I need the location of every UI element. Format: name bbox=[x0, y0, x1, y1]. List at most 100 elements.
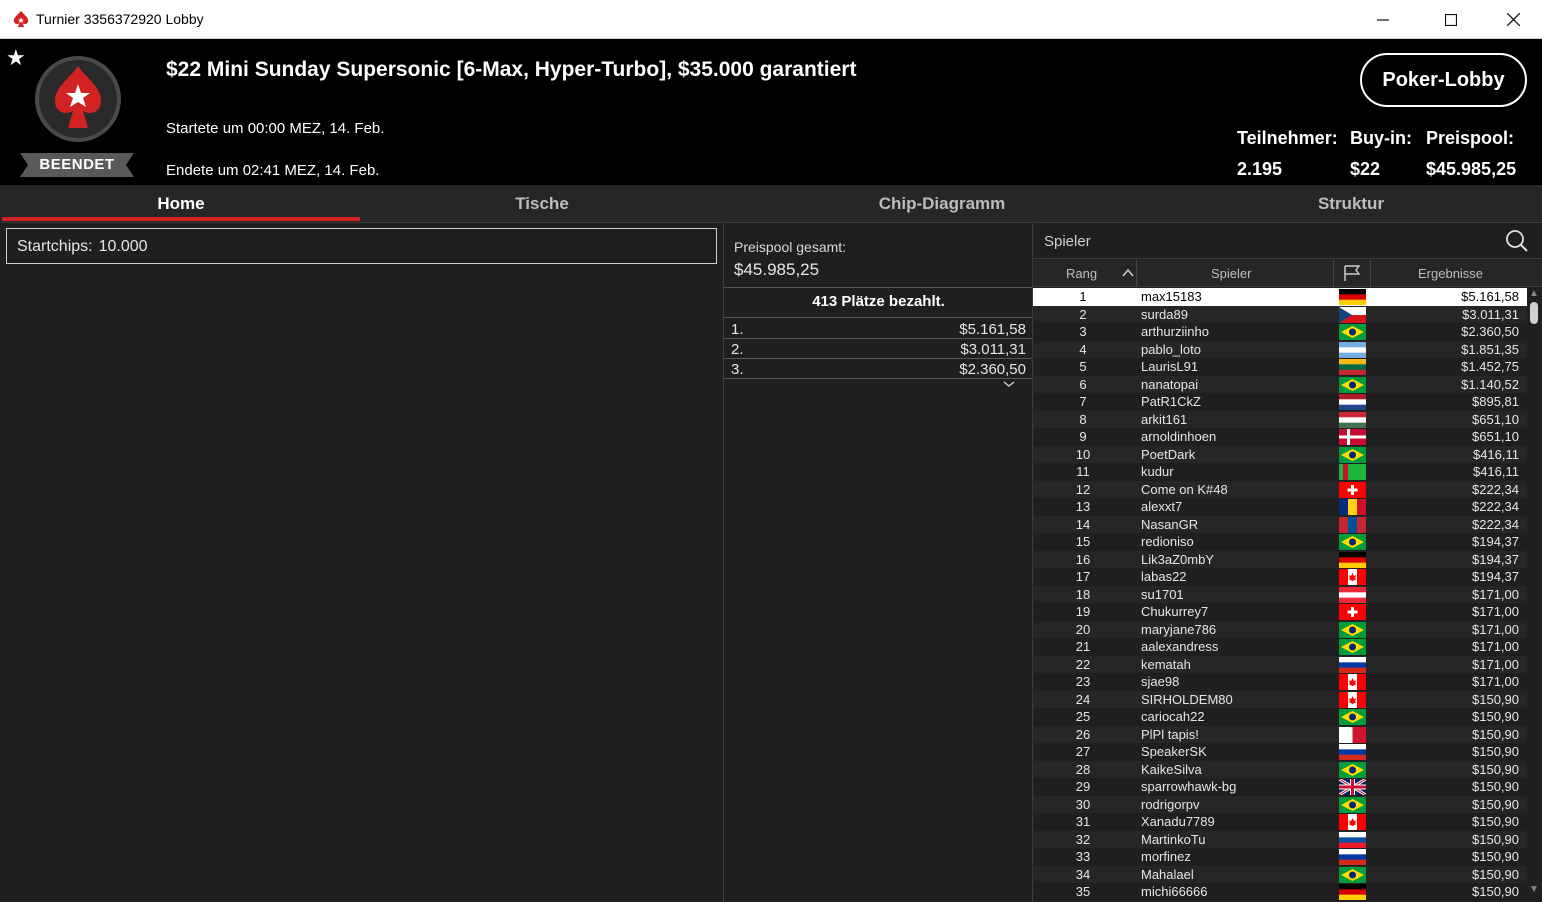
minimize-button[interactable] bbox=[1360, 0, 1406, 39]
column-results[interactable]: Ergebnisse bbox=[1418, 266, 1483, 281]
table-row[interactable]: 30 rodrigorpv $150,90 bbox=[1033, 795, 1527, 813]
table-row[interactable]: 9 arnoldinhoen $651,10 bbox=[1033, 428, 1527, 446]
player-rank: 29 bbox=[1075, 779, 1091, 794]
tab-structure[interactable]: Struktur bbox=[1162, 185, 1540, 223]
table-row[interactable]: 5 LaurisL91 $1.452,75 bbox=[1033, 358, 1527, 376]
favorite-star-icon[interactable]: ★ bbox=[6, 45, 26, 71]
table-row[interactable]: 27 SpeakerSK $150,90 bbox=[1033, 743, 1527, 761]
country-flag-icon bbox=[1339, 726, 1366, 743]
close-button[interactable] bbox=[1490, 0, 1536, 39]
player-result: $1.851,35 bbox=[1461, 341, 1519, 357]
table-row[interactable]: 1 max15183 $5.161,58 bbox=[1033, 288, 1527, 306]
sort-ascending-icon[interactable] bbox=[1121, 266, 1135, 280]
tab-chip-chart[interactable]: Chip-Diagramm bbox=[722, 185, 1162, 223]
player-result: $171,00 bbox=[1472, 674, 1519, 689]
table-row[interactable]: 7 PatR1CkZ $895,81 bbox=[1033, 393, 1527, 411]
player-list-scrollbar[interactable]: ▲ ▼ bbox=[1527, 288, 1541, 902]
table-row[interactable]: 23 sjae98 $171,00 bbox=[1033, 673, 1527, 691]
player-name: NasanGR bbox=[1141, 516, 1199, 532]
table-row[interactable]: 4 pablo_loto $1.851,35 bbox=[1033, 340, 1527, 358]
flag-icon[interactable] bbox=[1342, 264, 1362, 282]
player-rank: 15 bbox=[1075, 534, 1091, 549]
table-row[interactable]: 16 Lik3aZ0mbY $194,37 bbox=[1033, 550, 1527, 568]
player-name: morfinez bbox=[1141, 849, 1191, 864]
player-rank: 34 bbox=[1075, 866, 1091, 882]
table-row[interactable]: 32 MartinkoTu $150,90 bbox=[1033, 830, 1527, 848]
buyin-label: Buy-in: bbox=[1350, 128, 1412, 148]
player-result: $222,34 bbox=[1472, 481, 1519, 497]
player-name: kematah bbox=[1141, 656, 1191, 672]
divider bbox=[724, 317, 1033, 318]
player-search-bar[interactable]: Spieler bbox=[1033, 223, 1542, 259]
player-rank: 18 bbox=[1075, 586, 1091, 602]
table-row[interactable]: 2 surda89 $3.011,31 bbox=[1033, 305, 1527, 323]
table-row[interactable]: 13 alexxt7 $222,34 bbox=[1033, 498, 1527, 516]
player-result: $3.011,31 bbox=[1462, 306, 1519, 322]
search-icon[interactable] bbox=[1505, 229, 1529, 253]
table-row[interactable]: 19 Chukurrey7 $171,00 bbox=[1033, 603, 1527, 621]
table-row[interactable]: 17 labas22 $194,37 bbox=[1033, 568, 1527, 586]
payout-amount: $5.161,58 bbox=[959, 321, 1026, 338]
country-flag-icon bbox=[1339, 551, 1366, 568]
player-rank: 32 bbox=[1075, 831, 1091, 847]
maximize-icon bbox=[1445, 13, 1457, 26]
startchips-box: Startchips: 10.000 bbox=[6, 228, 717, 264]
player-name: michi66666 bbox=[1141, 884, 1208, 899]
expand-payouts-chevron-icon[interactable] bbox=[1002, 378, 1016, 392]
minimize-icon bbox=[1377, 18, 1389, 21]
player-rank: 9 bbox=[1079, 429, 1087, 444]
table-row[interactable]: 12 Come on K#48 $222,34 bbox=[1033, 480, 1527, 498]
startchips-label: Startchips: bbox=[17, 238, 93, 255]
country-flag-icon bbox=[1339, 691, 1366, 708]
player-name: aalexandress bbox=[1141, 639, 1219, 654]
player-name: Lik3aZ0mbY bbox=[1141, 551, 1214, 567]
table-row[interactable]: 11 kudur $416,11 bbox=[1033, 463, 1527, 481]
table-row[interactable]: 28 KaikeSilva $150,90 bbox=[1033, 760, 1527, 778]
player-rank: 10 bbox=[1075, 446, 1091, 462]
table-row[interactable]: 20 maryjane786 $171,00 bbox=[1033, 620, 1527, 638]
scroll-down-icon[interactable]: ▼ bbox=[1529, 884, 1539, 895]
table-row[interactable]: 31 Xanadu7789 $150,90 bbox=[1033, 813, 1527, 831]
table-row[interactable]: 22 kematah $171,00 bbox=[1033, 655, 1527, 673]
table-row[interactable]: 6 nanatopai $1.140,52 bbox=[1033, 375, 1527, 393]
country-flag-icon bbox=[1339, 359, 1366, 375]
table-row[interactable]: 26 PlPl tapis! $150,90 bbox=[1033, 725, 1527, 743]
players-panel: Spieler Rang Spieler Ergebnisse 1 max1518… bbox=[1032, 223, 1542, 902]
scroll-up-icon[interactable]: ▲ bbox=[1529, 288, 1539, 299]
column-rank[interactable]: Rang bbox=[1066, 266, 1097, 281]
prizepool-value: $45.985,25 bbox=[1426, 159, 1517, 179]
player-result: $150,90 bbox=[1472, 866, 1519, 882]
player-name: pablo_loto bbox=[1141, 341, 1201, 357]
column-divider bbox=[1370, 260, 1371, 287]
table-row[interactable]: 15 redioniso $194,37 bbox=[1033, 533, 1527, 551]
maximize-button[interactable] bbox=[1428, 0, 1474, 39]
table-row[interactable]: 35 michi66666 $150,90 bbox=[1033, 883, 1527, 901]
table-row[interactable]: 18 su1701 $171,00 bbox=[1033, 585, 1527, 603]
table-row[interactable]: 8 arkit161 $651,10 bbox=[1033, 410, 1527, 428]
table-row[interactable]: 24 SIRHOLDEM80 $150,90 bbox=[1033, 690, 1527, 708]
country-flag-icon bbox=[1339, 656, 1366, 673]
payout-row: 1. $5.161,58 bbox=[724, 319, 1033, 339]
player-rank: 26 bbox=[1075, 726, 1091, 742]
scroll-thumb[interactable] bbox=[1530, 302, 1538, 324]
table-row[interactable]: 21 aalexandress $171,00 bbox=[1033, 638, 1527, 656]
table-row[interactable]: 25 cariocah22 $150,90 bbox=[1033, 708, 1527, 726]
player-name: su1701 bbox=[1141, 586, 1184, 602]
country-flag-icon bbox=[1339, 516, 1366, 533]
country-flag-icon bbox=[1339, 289, 1366, 305]
country-flag-icon bbox=[1339, 866, 1366, 883]
tab-tables[interactable]: Tische bbox=[362, 185, 722, 223]
poker-lobby-button[interactable]: Poker-Lobby bbox=[1360, 53, 1527, 107]
player-result: $150,90 bbox=[1472, 726, 1519, 742]
table-row[interactable]: 14 NasanGR $222,34 bbox=[1033, 515, 1527, 533]
table-row[interactable]: 3 arthurziinho $2.360,50 bbox=[1033, 323, 1527, 341]
table-row[interactable]: 33 morfinez $150,90 bbox=[1033, 848, 1527, 866]
player-rank: 5 bbox=[1079, 359, 1087, 374]
player-name: max15183 bbox=[1141, 289, 1202, 304]
table-row[interactable]: 34 Mahalael $150,90 bbox=[1033, 865, 1527, 883]
player-rank: 14 bbox=[1075, 516, 1091, 532]
player-result: $171,00 bbox=[1472, 621, 1519, 637]
table-row[interactable]: 10 PoetDark $416,11 bbox=[1033, 445, 1527, 463]
table-row[interactable]: 29 sparrowhawk-bg $150,90 bbox=[1033, 778, 1527, 796]
column-player[interactable]: Spieler bbox=[1211, 266, 1251, 281]
